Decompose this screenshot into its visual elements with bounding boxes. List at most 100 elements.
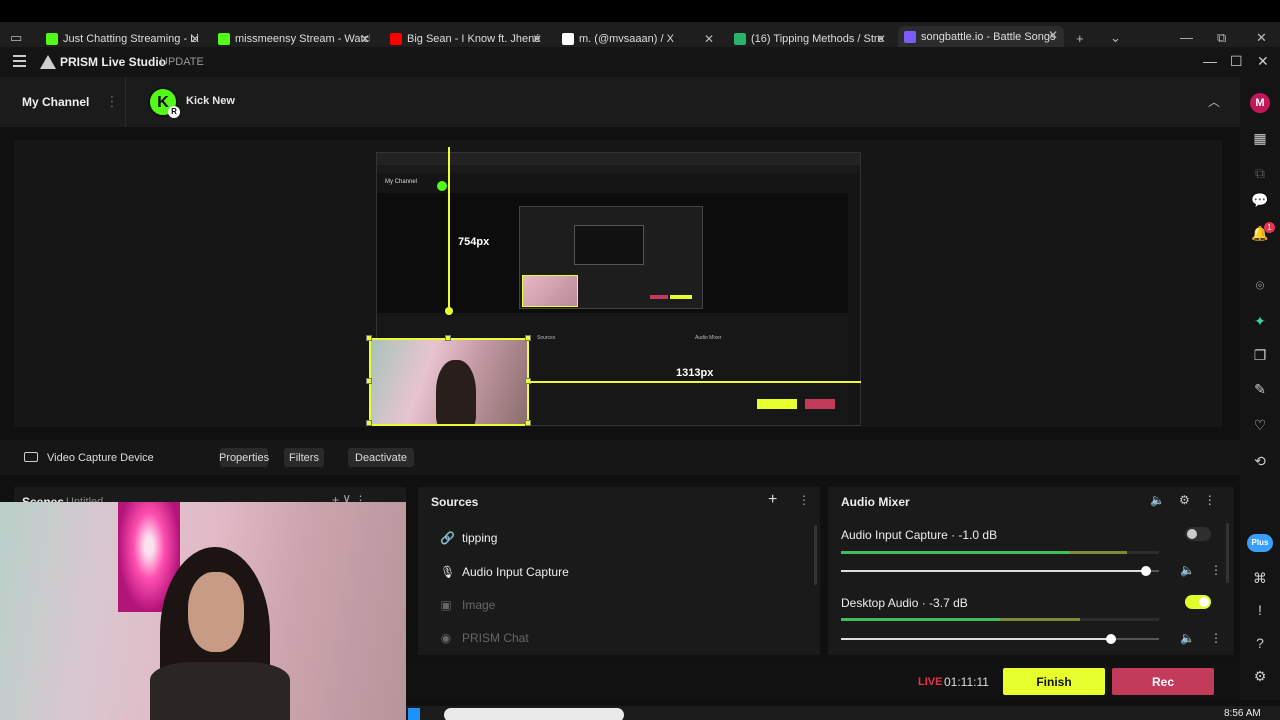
resize-handle[interactable]: [366, 378, 372, 384]
windows-taskbar: 8:56 AM: [406, 706, 1280, 720]
nested-preview-inner: [574, 225, 644, 265]
gamepad-icon[interactable]: ⌘: [1249, 567, 1271, 589]
deactivate-button[interactable]: Deactivate: [348, 448, 414, 467]
rec-button[interactable]: Rec: [1112, 668, 1214, 695]
layout-icon[interactable]: ▦: [1249, 127, 1271, 149]
divider: [125, 77, 126, 127]
broadcast-status-bar: LIVE 01:11:11 Finish Rec: [406, 664, 1240, 700]
tab-close-icon[interactable]: ✕: [1048, 28, 1058, 42]
my-channel-label[interactable]: My Channel: [22, 95, 89, 109]
nested-sources-label: Sources: [537, 335, 556, 341]
channel-more-icon[interactable]: ⋮: [1210, 631, 1222, 645]
taskbar-search[interactable]: [444, 708, 624, 720]
channel-more-icon[interactable]: ⋮: [1210, 563, 1222, 577]
slider-fill: [841, 638, 1112, 640]
vertical-guide-label: 754px: [458, 236, 490, 248]
app-close-button[interactable]: ✕: [1257, 53, 1269, 70]
effects-icon[interactable]: ✦: [1249, 310, 1271, 332]
link-icon[interactable]: ⟲: [1249, 450, 1271, 472]
properties-button[interactable]: Properties: [219, 448, 269, 467]
new-tab-button[interactable]: +: [1076, 31, 1084, 46]
update-link[interactable]: UPDATE: [160, 56, 204, 68]
browser-tab-2[interactable]: missmeensy Stream - Watch ✕: [218, 30, 370, 48]
browser-restore-button[interactable]: ⧉: [1217, 30, 1226, 46]
resize-handle[interactable]: [525, 420, 531, 426]
nested-finish-bar: [670, 295, 692, 299]
source-item-image[interactable]: ▣ Image: [440, 596, 495, 614]
audio-input-toggle[interactable]: [1185, 527, 1211, 541]
source-item-audio-input[interactable]: 🎙 Audio Input Capture: [440, 563, 569, 581]
live-indicator: LIVE: [918, 676, 943, 688]
speaker-icon[interactable]: 🔈: [1180, 631, 1195, 645]
desktop-audio-toggle[interactable]: [1185, 595, 1211, 609]
kick-channel-name[interactable]: Kick New: [186, 95, 235, 107]
source-item-label: Audio Input Capture: [462, 565, 569, 579]
webcam-person-shirt: [150, 662, 290, 720]
app-maximize-button[interactable]: ☐: [1230, 53, 1243, 70]
alert-icon[interactable]: !: [1249, 599, 1271, 621]
channel-menu-icon[interactable]: ⋮: [105, 93, 119, 110]
sources-more-icon[interactable]: ⋮: [798, 493, 810, 507]
source-item-prism-chat[interactable]: ◉ PRISM Chat: [440, 629, 529, 647]
tab-close-icon[interactable]: ✕: [532, 32, 542, 46]
finish-button[interactable]: Finish: [1003, 668, 1105, 695]
settings-gear-icon[interactable]: ⚙: [1249, 665, 1271, 687]
browser-tab-title: (16) Tipping Methods / Stre: [751, 33, 884, 45]
desktop-audio-volume-slider[interactable]: [841, 634, 1159, 644]
mixer-scrollbar[interactable]: [1226, 523, 1229, 583]
tab-list-chevron-icon[interactable]: ⌄: [1110, 30, 1121, 46]
audio-input-level-meter: [841, 551, 1159, 554]
vertical-distance-guide: [448, 147, 450, 312]
windows-start-icon[interactable]: [408, 708, 420, 720]
webcam-person-face: [188, 572, 244, 652]
draw-icon[interactable]: ✎: [1249, 378, 1271, 400]
prism-logo-icon: [40, 55, 56, 69]
camera-icon[interactable]: ⌾: [1249, 274, 1271, 296]
speaker-icon[interactable]: 🔈: [1180, 563, 1195, 577]
kick-favicon-icon: [218, 33, 230, 45]
browser-tab-4[interactable]: m. (@mvsaaan) / X ✕: [562, 30, 714, 48]
nested-channel-label: My Channel: [385, 179, 418, 185]
browser-close-button[interactable]: ✕: [1256, 30, 1267, 46]
resize-handle[interactable]: [366, 420, 372, 426]
slider-knob[interactable]: [1141, 566, 1152, 576]
tab-close-icon[interactable]: ✕: [876, 32, 886, 46]
mixer-header-icons[interactable]: 🔈⚙⋮: [1150, 493, 1230, 507]
browser-window-icon[interactable]: ▭: [10, 30, 22, 46]
collapse-chevron-icon[interactable]: ︿: [1208, 93, 1220, 110]
add-source-button[interactable]: +: [768, 491, 777, 509]
browser-tab-3[interactable]: Big Sean - I Know ft. Jhené A ✕: [390, 30, 542, 48]
scenes-icon[interactable]: ❐: [1249, 344, 1271, 366]
tab-close-icon[interactable]: ✕: [360, 32, 370, 46]
resize-handle[interactable]: [366, 335, 372, 341]
browser-tab-1[interactable]: Just Chatting Streaming - Li ✕: [46, 30, 200, 48]
sources-panel: Sources + ⋮ 🔗 tipping 🎙 Audio Input Capt…: [418, 487, 820, 655]
heart-icon[interactable]: ♡: [1249, 414, 1271, 436]
meter-fill: [841, 551, 1070, 554]
mixer-channel-name: Desktop Audio: [841, 596, 919, 610]
filters-button[interactable]: Filters: [284, 448, 324, 467]
browser-tab-6[interactable]: songbattle.io - Battle Songs ✕: [898, 26, 1064, 48]
sources-scrollbar[interactable]: [814, 525, 817, 585]
copy-icon[interactable]: ⧉: [1249, 162, 1271, 184]
app-minimize-button[interactable]: —: [1203, 53, 1217, 69]
resize-handle[interactable]: [445, 335, 451, 341]
source-item-tipping[interactable]: 🔗 tipping: [440, 529, 497, 547]
hamburger-menu-icon[interactable]: [13, 55, 26, 70]
tab-close-icon[interactable]: ✕: [190, 32, 200, 46]
audio-input-volume-slider[interactable]: [841, 566, 1159, 576]
link-icon: 🔗: [440, 531, 455, 545]
resize-handle[interactable]: [525, 335, 531, 341]
slider-knob[interactable]: [1106, 634, 1117, 644]
user-avatar[interactable]: M: [1250, 93, 1270, 113]
sources-title: Sources: [431, 495, 479, 509]
plus-badge[interactable]: Plus: [1247, 534, 1273, 552]
chat-bubble-icon[interactable]: 💬: [1249, 189, 1271, 211]
tab-close-icon[interactable]: ✕: [704, 32, 714, 46]
browser-minimize-button[interactable]: —: [1180, 30, 1193, 45]
browser-tab-5[interactable]: (16) Tipping Methods / Stre ✕: [734, 30, 886, 48]
selected-webcam-source[interactable]: [369, 338, 529, 426]
webcam-overlay: [0, 502, 406, 720]
help-icon[interactable]: ?: [1249, 632, 1271, 654]
source-item-label: tipping: [462, 531, 498, 545]
